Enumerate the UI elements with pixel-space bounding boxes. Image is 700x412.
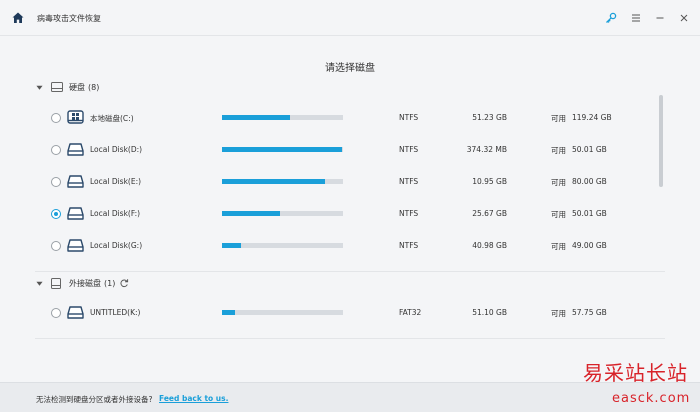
file-system: NTFS [399,145,419,154]
usage-bar-fill [222,243,242,248]
used-size: 51.10 GB [472,308,507,317]
hard-drive-icon [67,173,84,190]
drive-row[interactable]: 本地磁盘(C:) NTFS 51.23 GB 可用 119.24 GB [0,103,660,133]
usage-bar [222,115,343,120]
available-label: 可用 [551,146,566,155]
caret-down-icon[interactable] [35,279,43,287]
usage-bar-fill [222,310,236,315]
used-size: 51.23 GB [472,113,507,122]
feedback-link[interactable]: Feed back to us. [159,394,228,403]
usage-bar [222,147,343,152]
title-bar: 病毒攻击文件恢复 [0,0,700,36]
drive-row[interactable]: Local Disk(G:) NTFS 40.98 GB 可用 49.00 GB [0,231,660,261]
close-icon[interactable] [677,11,691,25]
available-label: 可用 [551,210,566,219]
hard-drive-icon [67,304,84,321]
page-title: 请选择磁盘 [325,63,375,74]
available-label: 可用 [551,242,566,251]
drive-radio[interactable] [51,177,61,187]
hard-drive-icon [67,141,84,158]
caret-down-icon[interactable] [35,83,43,91]
available-size: 50.01 GB [572,209,607,218]
available-label: 可用 [551,178,566,187]
available-size: 80.00 GB [572,177,607,186]
divider [35,338,665,339]
used-size: 10.95 GB [472,177,507,186]
file-system: NTFS [399,113,419,122]
available-label: 可用 [551,309,566,318]
drive-row[interactable]: Local Disk(E:) NTFS 10.95 GB 可用 80.00 GB [0,167,660,197]
group-header-external-disks[interactable]: 外接磁盘 (1) [35,276,129,290]
drive-name: 本地磁盘(C:) [90,114,134,123]
footer-text: 无法检测到硬盘分区或者外接设备? [36,395,153,404]
usage-bar-fill [222,115,290,120]
hard-drive-icon [67,205,84,222]
usage-bar [222,211,343,216]
key-icon[interactable] [604,11,618,25]
external-disk-icon [51,278,63,289]
drive-radio[interactable] [51,308,61,318]
file-system: NTFS [399,241,419,250]
file-system: FAT32 [399,308,422,317]
usage-bar [222,179,343,184]
refresh-icon[interactable] [119,278,129,288]
scrollbar[interactable] [659,95,663,187]
usage-bar-fill [222,147,342,152]
divider [35,271,665,272]
available-size: 119.24 GB [572,113,612,122]
watermark: 易采站长站 easck.com [578,355,700,412]
disk-group-icon [51,82,63,92]
drive-name: Local Disk(F:) [90,209,141,218]
home-icon[interactable] [11,11,25,25]
hard-drive-icon [67,237,84,254]
drive-radio[interactable] [51,113,61,123]
group-label: 外接磁盘 [69,278,101,288]
drive-row[interactable]: Local Disk(D:) NTFS 374.32 MB 可用 50.01 G… [0,135,660,165]
usage-bar-fill [222,179,325,184]
drive-name: Local Disk(E:) [90,177,142,186]
drive-name: UNTITLED(K:) [90,308,141,317]
drive-row[interactable]: Local Disk(F:) NTFS 25.67 GB 可用 50.01 GB [0,199,660,229]
group-count: (8) [88,82,100,92]
drive-name: Local Disk(D:) [90,145,143,154]
disk-selection-panel: 请选择磁盘 硬盘 (8) 本地磁盘(C:) NTFS 51.23 GB 可用 1… [0,37,700,382]
available-size: 57.75 GB [572,308,607,317]
windows-drive-icon [67,109,84,126]
watermark-cn: 易采站长站 [583,361,688,385]
used-size: 40.98 GB [472,241,507,250]
available-label: 可用 [551,114,566,123]
group-header-hard-disks[interactable]: 硬盘 (8) [35,80,99,94]
available-size: 50.01 GB [572,145,607,154]
drive-radio[interactable] [51,241,61,251]
usage-bar-fill [222,211,281,216]
usage-bar [222,310,343,315]
available-size: 49.00 GB [572,241,607,250]
group-count: (1) [104,278,116,288]
drive-radio-selected[interactable] [51,209,61,219]
app-title: 病毒攻击文件恢复 [37,14,101,23]
file-system: NTFS [399,209,419,218]
drive-radio[interactable] [51,145,61,155]
drive-row[interactable]: UNTITLED(K:) FAT32 51.10 GB 可用 57.75 GB [0,298,660,328]
drive-name: Local Disk(G:) [90,241,143,250]
menu-icon[interactable] [629,11,643,25]
used-size: 25.67 GB [472,209,507,218]
usage-bar [222,243,343,248]
group-label: 硬盘 [69,82,85,92]
watermark-en: easck.com [612,391,691,406]
file-system: NTFS [399,177,419,186]
minimize-icon[interactable] [653,11,667,25]
used-size: 374.32 MB [466,145,507,154]
